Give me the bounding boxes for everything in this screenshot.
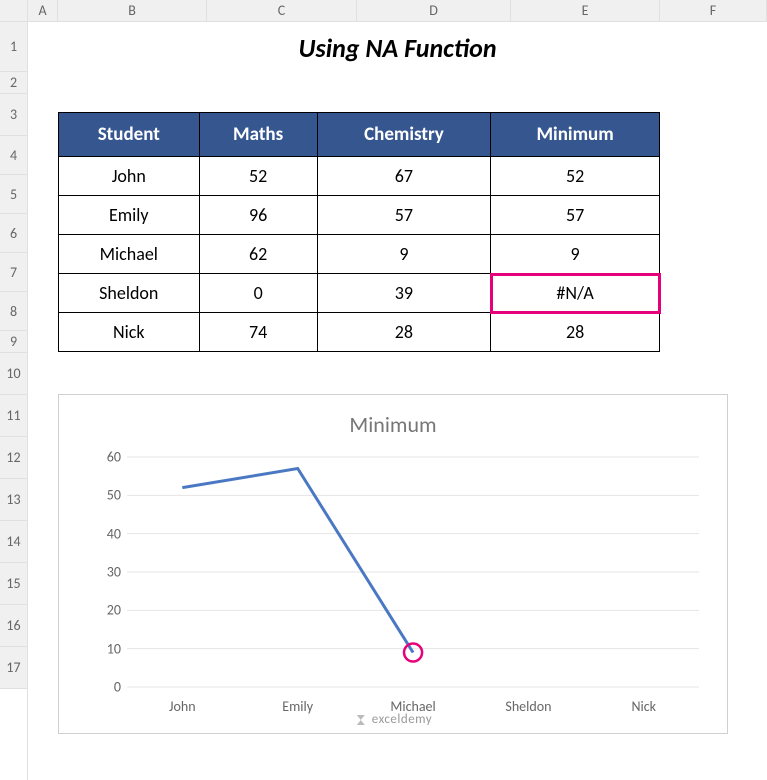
page-title: Using NA Function bbox=[28, 22, 767, 64]
cell-chemistry[interactable]: 57 bbox=[317, 196, 490, 235]
cell-maths[interactable]: 0 bbox=[199, 274, 317, 313]
row-header-10[interactable]: 10 bbox=[0, 353, 27, 395]
col-header-F[interactable]: F bbox=[660, 0, 767, 21]
chart-svg bbox=[77, 452, 709, 692]
row-header-5[interactable]: 5 bbox=[0, 175, 27, 214]
cell-maths[interactable]: 96 bbox=[199, 196, 317, 235]
cell-chemistry[interactable]: 9 bbox=[317, 235, 490, 274]
cell-maths[interactable]: 62 bbox=[199, 235, 317, 274]
watermark-icon bbox=[354, 713, 368, 727]
col-header-C[interactable]: C bbox=[207, 0, 357, 21]
x-tick-label: Nick bbox=[632, 698, 657, 715]
col-header-D[interactable]: D bbox=[357, 0, 511, 21]
watermark-brand: exceldemy bbox=[372, 712, 432, 727]
table-row: Nick742828 bbox=[59, 313, 660, 352]
row-header-11[interactable]: 11 bbox=[0, 395, 27, 437]
cell-maths[interactable]: 74 bbox=[199, 313, 317, 352]
cell-minimum[interactable]: 52 bbox=[491, 157, 660, 196]
table-header-row: Student Maths Chemistry Minimum bbox=[59, 113, 660, 157]
row-header-13[interactable]: 13 bbox=[0, 479, 27, 521]
row-header-15[interactable]: 15 bbox=[0, 563, 27, 605]
table-row: Sheldon039#N/A bbox=[59, 274, 660, 313]
cell-minimum[interactable]: #N/A bbox=[491, 274, 660, 313]
row-header-16[interactable]: 16 bbox=[0, 605, 27, 647]
corner-cell[interactable] bbox=[0, 0, 27, 22]
cell-minimum[interactable]: 28 bbox=[491, 313, 660, 352]
table-row: Michael6299 bbox=[59, 235, 660, 274]
chart-line bbox=[182, 469, 413, 653]
cell-student[interactable]: Michael bbox=[59, 235, 200, 274]
cell-student[interactable]: Nick bbox=[59, 313, 200, 352]
y-tick-label: 0 bbox=[114, 679, 121, 696]
row-header-9[interactable]: 9 bbox=[0, 331, 27, 353]
chart-title: Minimum bbox=[77, 411, 709, 438]
cell-maths[interactable]: 52 bbox=[199, 157, 317, 196]
grid: Using NA Function Student Maths Chemistr… bbox=[28, 22, 767, 64]
col-headers: ABCDEF bbox=[28, 0, 767, 22]
cell-chemistry[interactable]: 28 bbox=[317, 313, 490, 352]
cell-student[interactable]: John bbox=[59, 157, 200, 196]
cell-minimum[interactable]: 57 bbox=[491, 196, 660, 235]
header-minimum[interactable]: Minimum bbox=[491, 113, 660, 157]
row-header-3[interactable]: 3 bbox=[0, 94, 27, 136]
chart-container[interactable]: Minimum 0102030405060JohnEmilyMichaelShe… bbox=[58, 394, 728, 734]
y-tick-label: 30 bbox=[107, 564, 121, 581]
header-maths[interactable]: Maths bbox=[199, 113, 317, 157]
row-header-4[interactable]: 4 bbox=[0, 136, 27, 175]
y-tick-label: 40 bbox=[107, 525, 121, 542]
data-table: Student Maths Chemistry Minimum John5267… bbox=[58, 112, 660, 352]
row-header-17[interactable]: 17 bbox=[0, 647, 27, 689]
cell-chemistry[interactable]: 39 bbox=[317, 274, 490, 313]
row-header-8[interactable]: 8 bbox=[0, 292, 27, 331]
col-header-E[interactable]: E bbox=[511, 0, 660, 21]
chart-plot: 0102030405060JohnEmilyMichaelSheldonNick bbox=[77, 452, 709, 692]
cell-student[interactable]: Emily bbox=[59, 196, 200, 235]
table-row: John526752 bbox=[59, 157, 660, 196]
x-tick-label: John bbox=[169, 698, 196, 715]
x-tick-label: Sheldon bbox=[505, 698, 551, 715]
y-tick-label: 50 bbox=[107, 487, 121, 504]
x-tick-label: Emily bbox=[282, 698, 313, 715]
y-tick-label: 10 bbox=[107, 640, 121, 657]
table-row: Emily965757 bbox=[59, 196, 660, 235]
row-header-6[interactable]: 6 bbox=[0, 214, 27, 253]
col-header-B[interactable]: B bbox=[58, 0, 207, 21]
row-header-14[interactable]: 14 bbox=[0, 521, 27, 563]
row-headers: 1234567891011121314151617 bbox=[0, 0, 28, 780]
row-header-12[interactable]: 12 bbox=[0, 437, 27, 479]
y-tick-label: 60 bbox=[107, 448, 121, 465]
header-chemistry[interactable]: Chemistry bbox=[317, 113, 490, 157]
spreadsheet: 1234567891011121314151617 ABCDEF Using N… bbox=[0, 0, 767, 780]
table-body: John526752Emily965757Michael6299Sheldon0… bbox=[59, 157, 660, 352]
header-student[interactable]: Student bbox=[59, 113, 200, 157]
watermark: exceldemy bbox=[354, 712, 432, 727]
main-area: ABCDEF Using NA Function Student Maths C… bbox=[28, 0, 767, 780]
y-tick-label: 20 bbox=[107, 602, 121, 619]
cell-minimum[interactable]: 9 bbox=[491, 235, 660, 274]
col-header-A[interactable]: A bbox=[28, 0, 58, 21]
cell-chemistry[interactable]: 67 bbox=[317, 157, 490, 196]
row-header-1[interactable]: 1 bbox=[0, 22, 27, 72]
row-header-2[interactable]: 2 bbox=[0, 72, 27, 94]
row-header-7[interactable]: 7 bbox=[0, 253, 27, 292]
cell-student[interactable]: Sheldon bbox=[59, 274, 200, 313]
